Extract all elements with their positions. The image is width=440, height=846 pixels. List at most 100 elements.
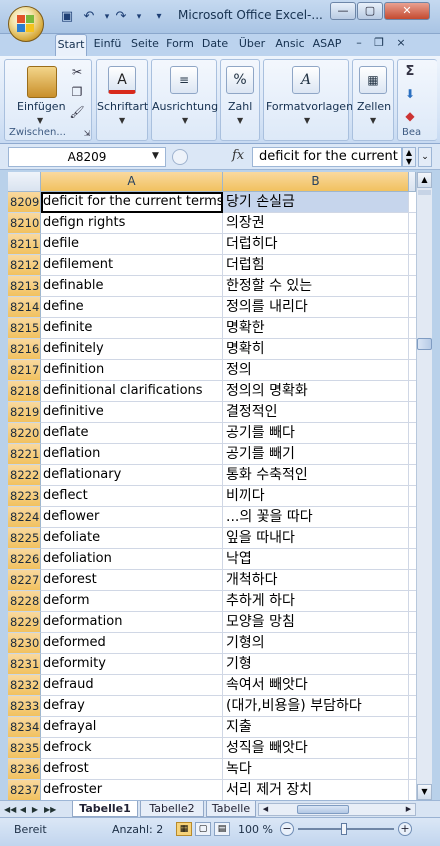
- cell-a[interactable]: deflationary: [41, 465, 223, 486]
- copy-icon[interactable]: ❐: [69, 84, 85, 100]
- cell-c[interactable]: [409, 234, 416, 255]
- cell-a[interactable]: deformed: [41, 633, 223, 654]
- column-header-b[interactable]: B: [223, 172, 409, 192]
- cell-a[interactable]: deforest: [41, 570, 223, 591]
- cell-b[interactable]: 추하게 하다: [223, 591, 409, 612]
- cell-c[interactable]: [409, 255, 416, 276]
- page-break-view-icon[interactable]: ▤: [214, 822, 230, 836]
- alignment-icon[interactable]: ≡: [170, 66, 198, 94]
- row-header[interactable]: 8227: [8, 570, 41, 591]
- save-icon[interactable]: ▣: [58, 8, 76, 26]
- cell-a[interactable]: deficit for the current terms: [41, 192, 223, 213]
- row-header[interactable]: 8212: [8, 255, 41, 276]
- cell-a[interactable]: defoliate: [41, 528, 223, 549]
- row-header[interactable]: 8237: [8, 780, 41, 800]
- row-header[interactable]: 8209: [8, 192, 41, 213]
- zoom-slider-thumb[interactable]: [341, 823, 347, 835]
- cell-a[interactable]: deflect: [41, 486, 223, 507]
- office-button[interactable]: [8, 6, 44, 42]
- cell-b[interactable]: 잎을 따내다: [223, 528, 409, 549]
- row-header[interactable]: 8213: [8, 276, 41, 297]
- row-header[interactable]: 8225: [8, 528, 41, 549]
- row-header[interactable]: 8221: [8, 444, 41, 465]
- cell-c[interactable]: [409, 612, 416, 633]
- cell-c[interactable]: [409, 759, 416, 780]
- row-header[interactable]: 8222: [8, 465, 41, 486]
- cell-b[interactable]: 한정할 수 있는: [223, 276, 409, 297]
- insert-function-icon[interactable]: fx: [232, 147, 244, 165]
- cell-c[interactable]: [409, 444, 416, 465]
- cell-a[interactable]: defign rights: [41, 213, 223, 234]
- cell-b[interactable]: 더럽힘: [223, 255, 409, 276]
- cell-b[interactable]: 공기를 빼다: [223, 423, 409, 444]
- vertical-scrollbar[interactable]: ▲ ▼: [416, 172, 432, 800]
- paste-icon[interactable]: [27, 66, 57, 98]
- cut-icon[interactable]: ✂: [69, 64, 85, 80]
- tab-page-layout[interactable]: Seite: [128, 34, 162, 56]
- font-icon[interactable]: A: [108, 66, 136, 94]
- cell-a[interactable]: deformation: [41, 612, 223, 633]
- row-header[interactable]: 8216: [8, 339, 41, 360]
- last-sheet-icon[interactable]: ▶▶: [44, 803, 56, 816]
- cell-c[interactable]: [409, 780, 416, 800]
- cell-a[interactable]: define: [41, 297, 223, 318]
- cell-a[interactable]: definition: [41, 360, 223, 381]
- close-workbook-icon[interactable]: ×: [394, 36, 408, 49]
- cell-a[interactable]: deformity: [41, 654, 223, 675]
- row-header[interactable]: 8219: [8, 402, 41, 423]
- cell-b[interactable]: 개척하다: [223, 570, 409, 591]
- paste-dropdown-icon[interactable]: ▼: [37, 116, 43, 125]
- row-header[interactable]: 8214: [8, 297, 41, 318]
- cell-b[interactable]: 낙엽: [223, 549, 409, 570]
- scroll-left-icon[interactable]: ◀: [259, 804, 272, 815]
- horizontal-scrollbar[interactable]: ◀ ▶: [258, 803, 416, 816]
- cell-a[interactable]: definable: [41, 276, 223, 297]
- cell-b[interactable]: ...의 꽃을 따다: [223, 507, 409, 528]
- tab-start[interactable]: Start: [55, 34, 87, 56]
- cell-b[interactable]: 정의를 내리다: [223, 297, 409, 318]
- tab-view[interactable]: Ansic: [272, 34, 308, 56]
- cell-a[interactable]: defoliation: [41, 549, 223, 570]
- cell-a[interactable]: defroster: [41, 780, 223, 800]
- scroll-right-icon[interactable]: ▶: [402, 804, 415, 815]
- restore-window-icon[interactable]: ❐: [372, 36, 386, 49]
- tab-review[interactable]: Über: [234, 34, 270, 56]
- row-header[interactable]: 8217: [8, 360, 41, 381]
- cell-c[interactable]: [409, 276, 416, 297]
- name-box[interactable]: A8209: [8, 147, 166, 167]
- cell-b[interactable]: 지출: [223, 717, 409, 738]
- sheet-tab-tabelle3[interactable]: Tabelle: [206, 801, 256, 817]
- cell-b[interactable]: 성직을 빼앗다: [223, 738, 409, 759]
- cell-c[interactable]: [409, 381, 416, 402]
- undo-icon[interactable]: ↶: [80, 8, 98, 26]
- worksheet-grid[interactable]: A B 8209 deficit for the current terms 당기 …: [8, 172, 416, 800]
- next-sheet-icon[interactable]: ▶: [30, 803, 40, 816]
- dialog-launcher-icon[interactable]: ⇲: [79, 126, 95, 142]
- paste-label[interactable]: Einfügen: [17, 100, 66, 113]
- ribbon-minimize-icon[interactable]: –: [352, 36, 366, 49]
- row-header[interactable]: 8231: [8, 654, 41, 675]
- split-box[interactable]: [418, 190, 431, 195]
- alignment-label[interactable]: Ausrichtung: [152, 100, 218, 113]
- row-header[interactable]: 8234: [8, 717, 41, 738]
- cell-c[interactable]: [409, 738, 416, 759]
- cell-b[interactable]: 공기를 빼기: [223, 444, 409, 465]
- number-icon[interactable]: %: [226, 66, 254, 94]
- format-painter-icon[interactable]: 🖌: [69, 104, 85, 120]
- cell-c[interactable]: [409, 507, 416, 528]
- zoom-out-icon[interactable]: −: [280, 822, 294, 836]
- horizontal-scroll-thumb[interactable]: [297, 805, 349, 814]
- row-header[interactable]: 8229: [8, 612, 41, 633]
- prev-sheet-icon[interactable]: ◀: [18, 803, 28, 816]
- cell-b[interactable]: 서리 제거 장치: [223, 780, 409, 800]
- cell-b[interactable]: 더럽히다: [223, 234, 409, 255]
- cell-b[interactable]: 정의: [223, 360, 409, 381]
- cell-a[interactable]: deform: [41, 591, 223, 612]
- number-dropdown-icon[interactable]: ▼: [237, 116, 243, 125]
- zoom-level[interactable]: 100 %: [238, 823, 273, 836]
- first-sheet-icon[interactable]: ◀◀: [4, 803, 16, 816]
- customize-qat-icon[interactable]: ▾: [150, 8, 168, 26]
- tab-insert[interactable]: Einfü: [90, 34, 125, 56]
- styles-dropdown-icon[interactable]: ▼: [304, 116, 310, 125]
- cell-b[interactable]: 모양을 망침: [223, 612, 409, 633]
